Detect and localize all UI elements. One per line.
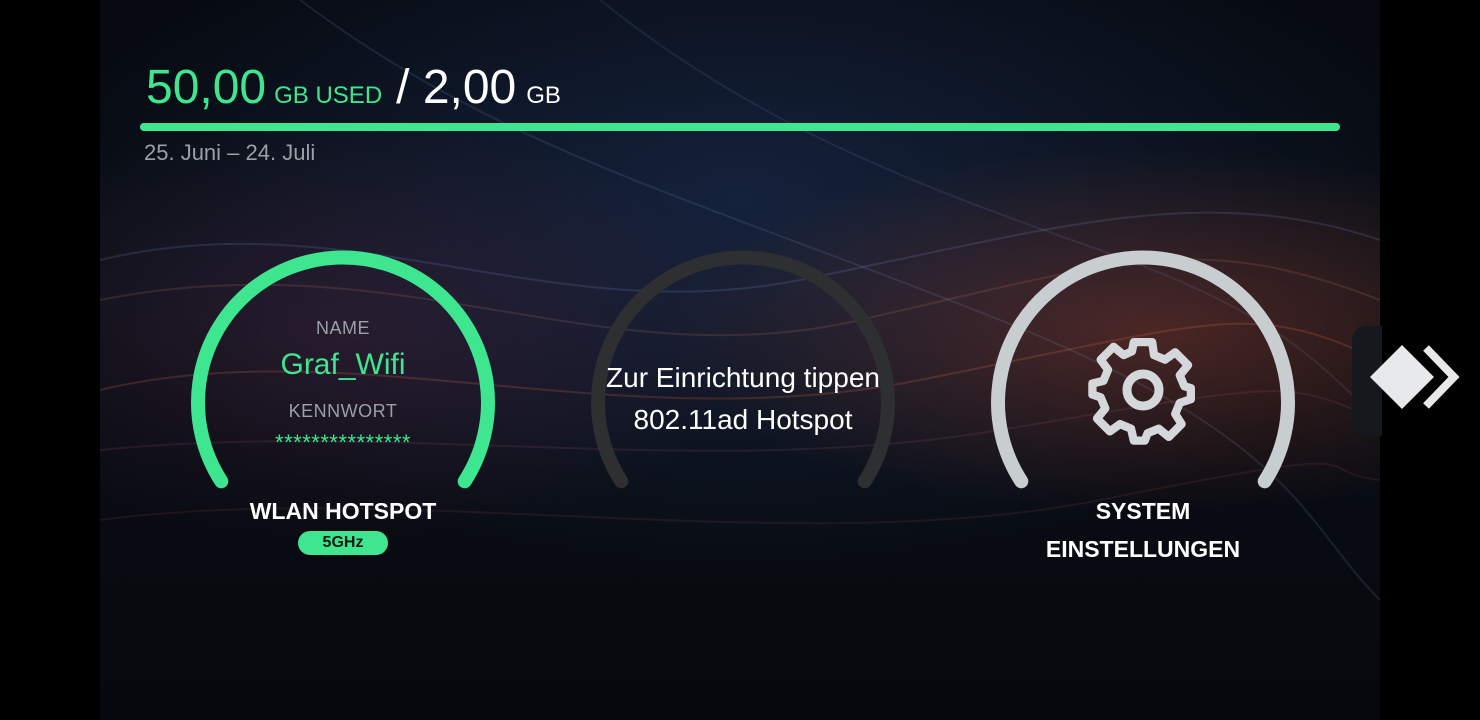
- ad-hotspot-label: 802.11ad Hotspot: [633, 404, 853, 435]
- setup-hint: Zur Einrichtung tippen: [606, 362, 880, 393]
- used-value: 50,00: [146, 61, 267, 114]
- billing-period: 25. Juni – 24. Juli: [144, 140, 316, 165]
- system-title-line2: EINSTELLUNGEN: [1045, 536, 1241, 562]
- band-badge: 5GHz: [298, 531, 388, 555]
- network-name: Graf_Wifi: [280, 348, 406, 381]
- data-usage-summary: 50,00 GB USED / 2,00 GB: [146, 60, 561, 115]
- wlan-hotspot-tile[interactable]: NAME Graf_Wifi KENNWORT *************** …: [188, 250, 498, 580]
- system-title-line1: SYSTEM: [1095, 498, 1191, 524]
- ad-hotspot-tile[interactable]: Zur Einrichtung tippen 802.11ad Hotspot: [588, 250, 898, 580]
- hotspot-title: WLAN HOTSPOT: [249, 498, 437, 524]
- next-page-icon[interactable]: [1368, 342, 1464, 412]
- name-label: NAME: [315, 318, 370, 338]
- usage-progress-bar: [140, 123, 1340, 131]
- hotspot-home-screen: 50,00 GB USED / 2,00 GB 25. Juni – 24. Juli…: [100, 0, 1380, 720]
- gear-icon: [1088, 338, 1195, 445]
- system-settings-tile[interactable]: SYSTEM EINSTELLUNGEN: [988, 250, 1298, 580]
- total-unit: GB: [526, 82, 561, 109]
- used-unit: GB USED: [274, 82, 383, 109]
- total-value: / 2,00: [396, 61, 517, 114]
- password-label: KENNWORT: [288, 401, 398, 421]
- password-value: ***************: [275, 430, 411, 455]
- usage-progress-fill: [140, 123, 1340, 131]
